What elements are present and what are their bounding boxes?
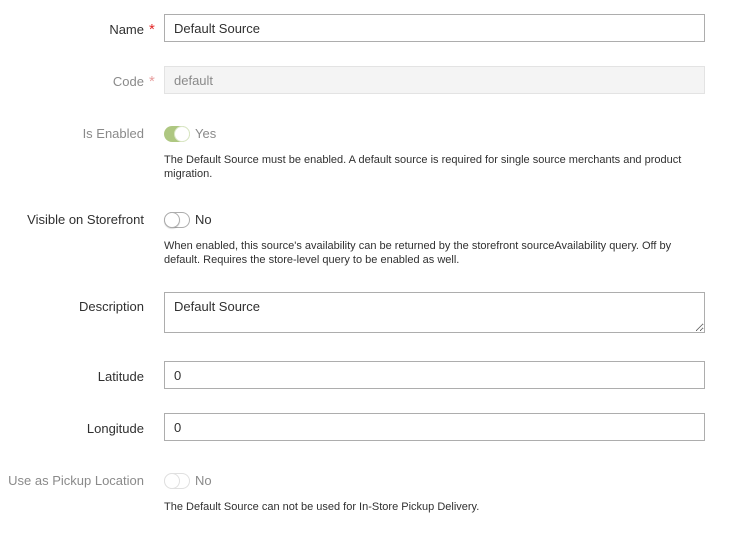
description-label: Description (78, 299, 144, 314)
toggle-knob (164, 473, 180, 489)
use-as-pickup-location-label: Use as Pickup Location (8, 473, 144, 488)
is-enabled-label: Is Enabled (82, 126, 144, 141)
latitude-label: Latitude (97, 369, 144, 384)
description-textarea[interactable]: Default Source (164, 292, 705, 333)
code-input (164, 66, 705, 94)
longitude-label: Longitude (86, 421, 144, 436)
use-as-pickup-location-toggle-text: No (195, 473, 212, 488)
required-mark: * (149, 21, 155, 38)
visible-on-storefront-label: Visible on Storefront (27, 212, 144, 227)
code-label: Code (112, 74, 144, 89)
name-input[interactable] (164, 14, 705, 42)
visible-on-storefront-toggle[interactable] (164, 212, 190, 228)
required-mark: * (149, 73, 155, 90)
is-enabled-toggle (164, 126, 190, 142)
use-as-pickup-location-toggle (164, 473, 190, 489)
use-as-pickup-location-note: The Default Source can not be used for I… (164, 501, 480, 513)
visible-on-storefront-toggle-text: No (195, 212, 212, 227)
name-label: Name (109, 22, 144, 37)
longitude-input[interactable] (164, 413, 705, 441)
is-enabled-note: The Default Source must be enabled. A de… (164, 154, 682, 180)
latitude-input[interactable] (164, 361, 705, 389)
visible-on-storefront-note: When enabled, this source's availability… (164, 240, 672, 266)
toggle-knob (164, 212, 180, 228)
toggle-knob (174, 126, 190, 142)
is-enabled-toggle-text: Yes (195, 126, 217, 141)
